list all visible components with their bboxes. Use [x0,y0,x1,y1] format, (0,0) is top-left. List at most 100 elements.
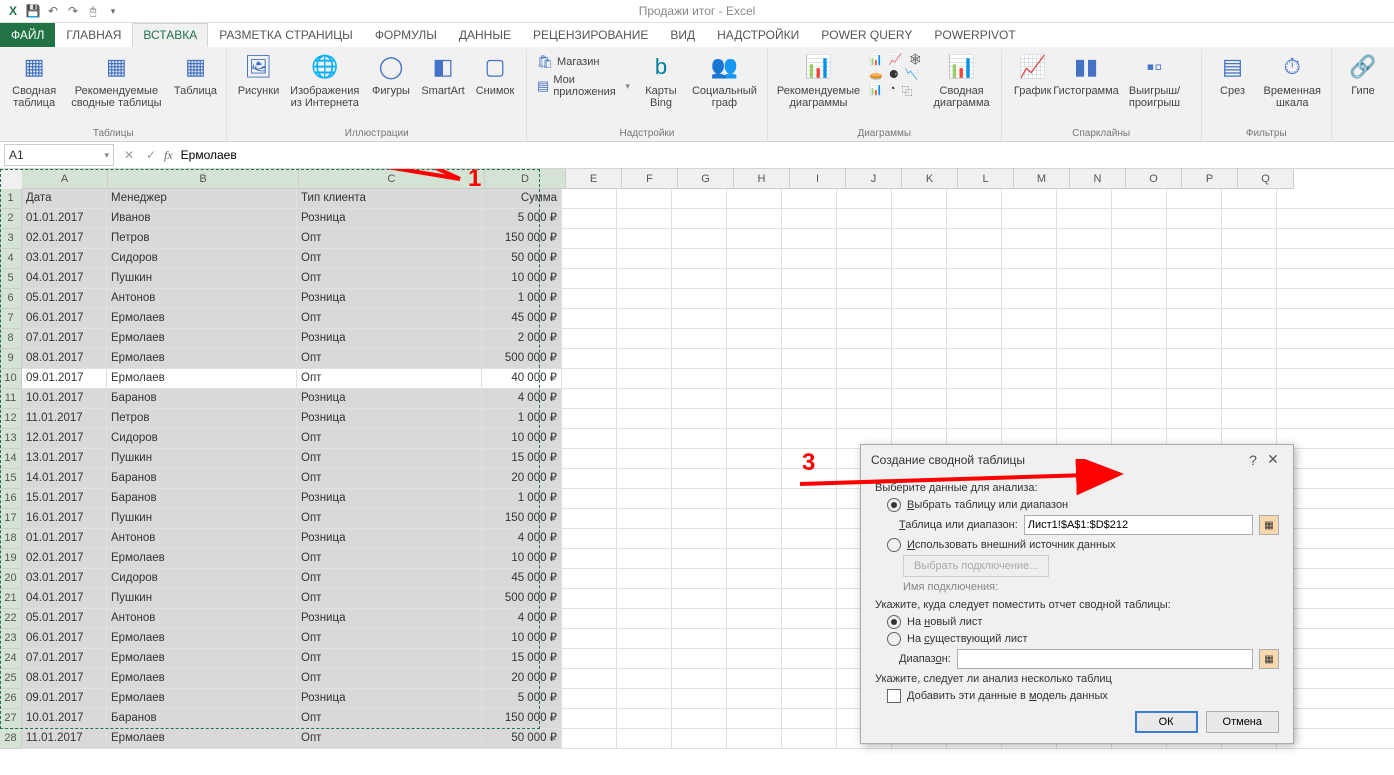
row-header[interactable]: 19 [0,549,22,569]
cell[interactable] [837,249,892,268]
row-header[interactable]: 1 [0,189,22,209]
cell[interactable]: Антонов [107,529,297,548]
cell[interactable] [1112,269,1167,288]
cell[interactable] [562,269,617,288]
cell[interactable] [782,649,837,668]
tab-powerpivot[interactable]: POWERPIVOT [923,23,1026,47]
cell[interactable]: 15 000 ₽ [482,649,562,668]
cell[interactable]: 10.01.2017 [22,389,107,408]
cell[interactable]: 06.01.2017 [22,309,107,328]
cell[interactable] [617,569,672,588]
sparkline-line-button[interactable]: 📈График [1008,49,1058,126]
cell[interactable] [947,269,1002,288]
cell[interactable] [892,269,947,288]
cell[interactable] [1057,289,1112,308]
cell[interactable] [892,249,947,268]
cell[interactable]: Антонов [107,609,297,628]
cell[interactable] [1167,329,1222,348]
tab-powerquery[interactable]: POWER QUERY [810,23,923,47]
cell[interactable] [782,189,837,208]
cell[interactable] [562,349,617,368]
cell[interactable]: 12.01.2017 [22,429,107,448]
cell[interactable]: 07.01.2017 [22,329,107,348]
cell[interactable] [892,229,947,248]
redo-icon[interactable]: ↷ [64,2,82,20]
cell[interactable] [672,529,727,548]
cell[interactable]: Опт [297,509,482,528]
row-header[interactable]: 26 [0,689,22,709]
tab-formulas[interactable]: ФОРМУЛЫ [364,23,448,47]
column-header[interactable]: K [902,169,958,189]
cell[interactable] [1167,269,1222,288]
cell[interactable] [1002,369,1057,388]
cell[interactable]: 150 000 ₽ [482,509,562,528]
cell[interactable]: Опт [297,229,482,248]
cell[interactable] [1112,409,1167,428]
cell[interactable] [617,689,672,708]
cell[interactable]: Опт [297,369,482,388]
cell[interactable] [837,289,892,308]
cell[interactable]: 15 000 ₽ [482,449,562,468]
cell[interactable]: Баранов [107,389,297,408]
cell[interactable]: Опт [297,269,482,288]
cell[interactable]: 40 000 ₽ [482,369,562,388]
cell[interactable] [672,469,727,488]
pivot-table-button[interactable]: ▦Сводная таблица [6,49,62,126]
cell[interactable] [672,549,727,568]
cell[interactable] [672,609,727,628]
cell[interactable]: 07.01.2017 [22,649,107,668]
timeline-button[interactable]: ⏱Временная шкала [1260,49,1325,126]
cell[interactable] [947,209,1002,228]
cell[interactable] [1057,369,1112,388]
cell[interactable] [1002,329,1057,348]
cancel-button[interactable]: Отмена [1206,711,1279,733]
cell[interactable]: 500 000 ₽ [482,349,562,368]
cell[interactable] [672,709,727,728]
cell[interactable] [672,729,727,748]
row-header[interactable]: 24 [0,649,22,669]
cell[interactable]: Антонов [107,289,297,308]
row-header[interactable]: 11 [0,389,22,409]
cell[interactable] [617,509,672,528]
cell[interactable] [672,449,727,468]
cell[interactable]: 05.01.2017 [22,289,107,308]
cell[interactable] [672,689,727,708]
cell[interactable] [672,489,727,508]
cell[interactable] [1222,189,1277,208]
cell[interactable]: Опт [297,309,482,328]
cell[interactable] [727,269,782,288]
cell[interactable] [1222,409,1277,428]
range-input[interactable] [1024,515,1253,535]
cell[interactable] [672,329,727,348]
cell[interactable] [562,209,617,228]
chart-type-icon[interactable]: 📊 [869,83,883,99]
cell[interactable]: 4 000 ₽ [482,389,562,408]
cell[interactable] [1222,369,1277,388]
column-header[interactable]: A [22,169,108,189]
cell[interactable] [727,489,782,508]
cell[interactable] [562,469,617,488]
cell[interactable] [837,309,892,328]
column-header[interactable]: L [958,169,1014,189]
cell[interactable] [562,329,617,348]
cell[interactable] [617,389,672,408]
column-headers[interactable]: ABCDEFGHIJKLMNOPQ [22,169,1394,189]
cell[interactable] [562,709,617,728]
column-header[interactable]: E [566,169,622,189]
cell[interactable]: 45 000 ₽ [482,309,562,328]
ok-button[interactable]: ОК [1135,711,1198,733]
cell[interactable] [617,269,672,288]
cell[interactable] [782,689,837,708]
cell[interactable]: 16.01.2017 [22,509,107,528]
cell[interactable] [947,389,1002,408]
cell[interactable]: Опт [297,569,482,588]
cell[interactable]: 08.01.2017 [22,669,107,688]
store-button[interactable]: 🛍Магазин [533,53,634,71]
cell[interactable]: Розница [297,209,482,228]
cell[interactable] [672,389,727,408]
cell[interactable] [1002,229,1057,248]
cell[interactable]: Ермолаев [107,729,297,748]
cell[interactable] [1222,349,1277,368]
cell[interactable]: 5 000 ₽ [482,209,562,228]
cell[interactable] [617,229,672,248]
